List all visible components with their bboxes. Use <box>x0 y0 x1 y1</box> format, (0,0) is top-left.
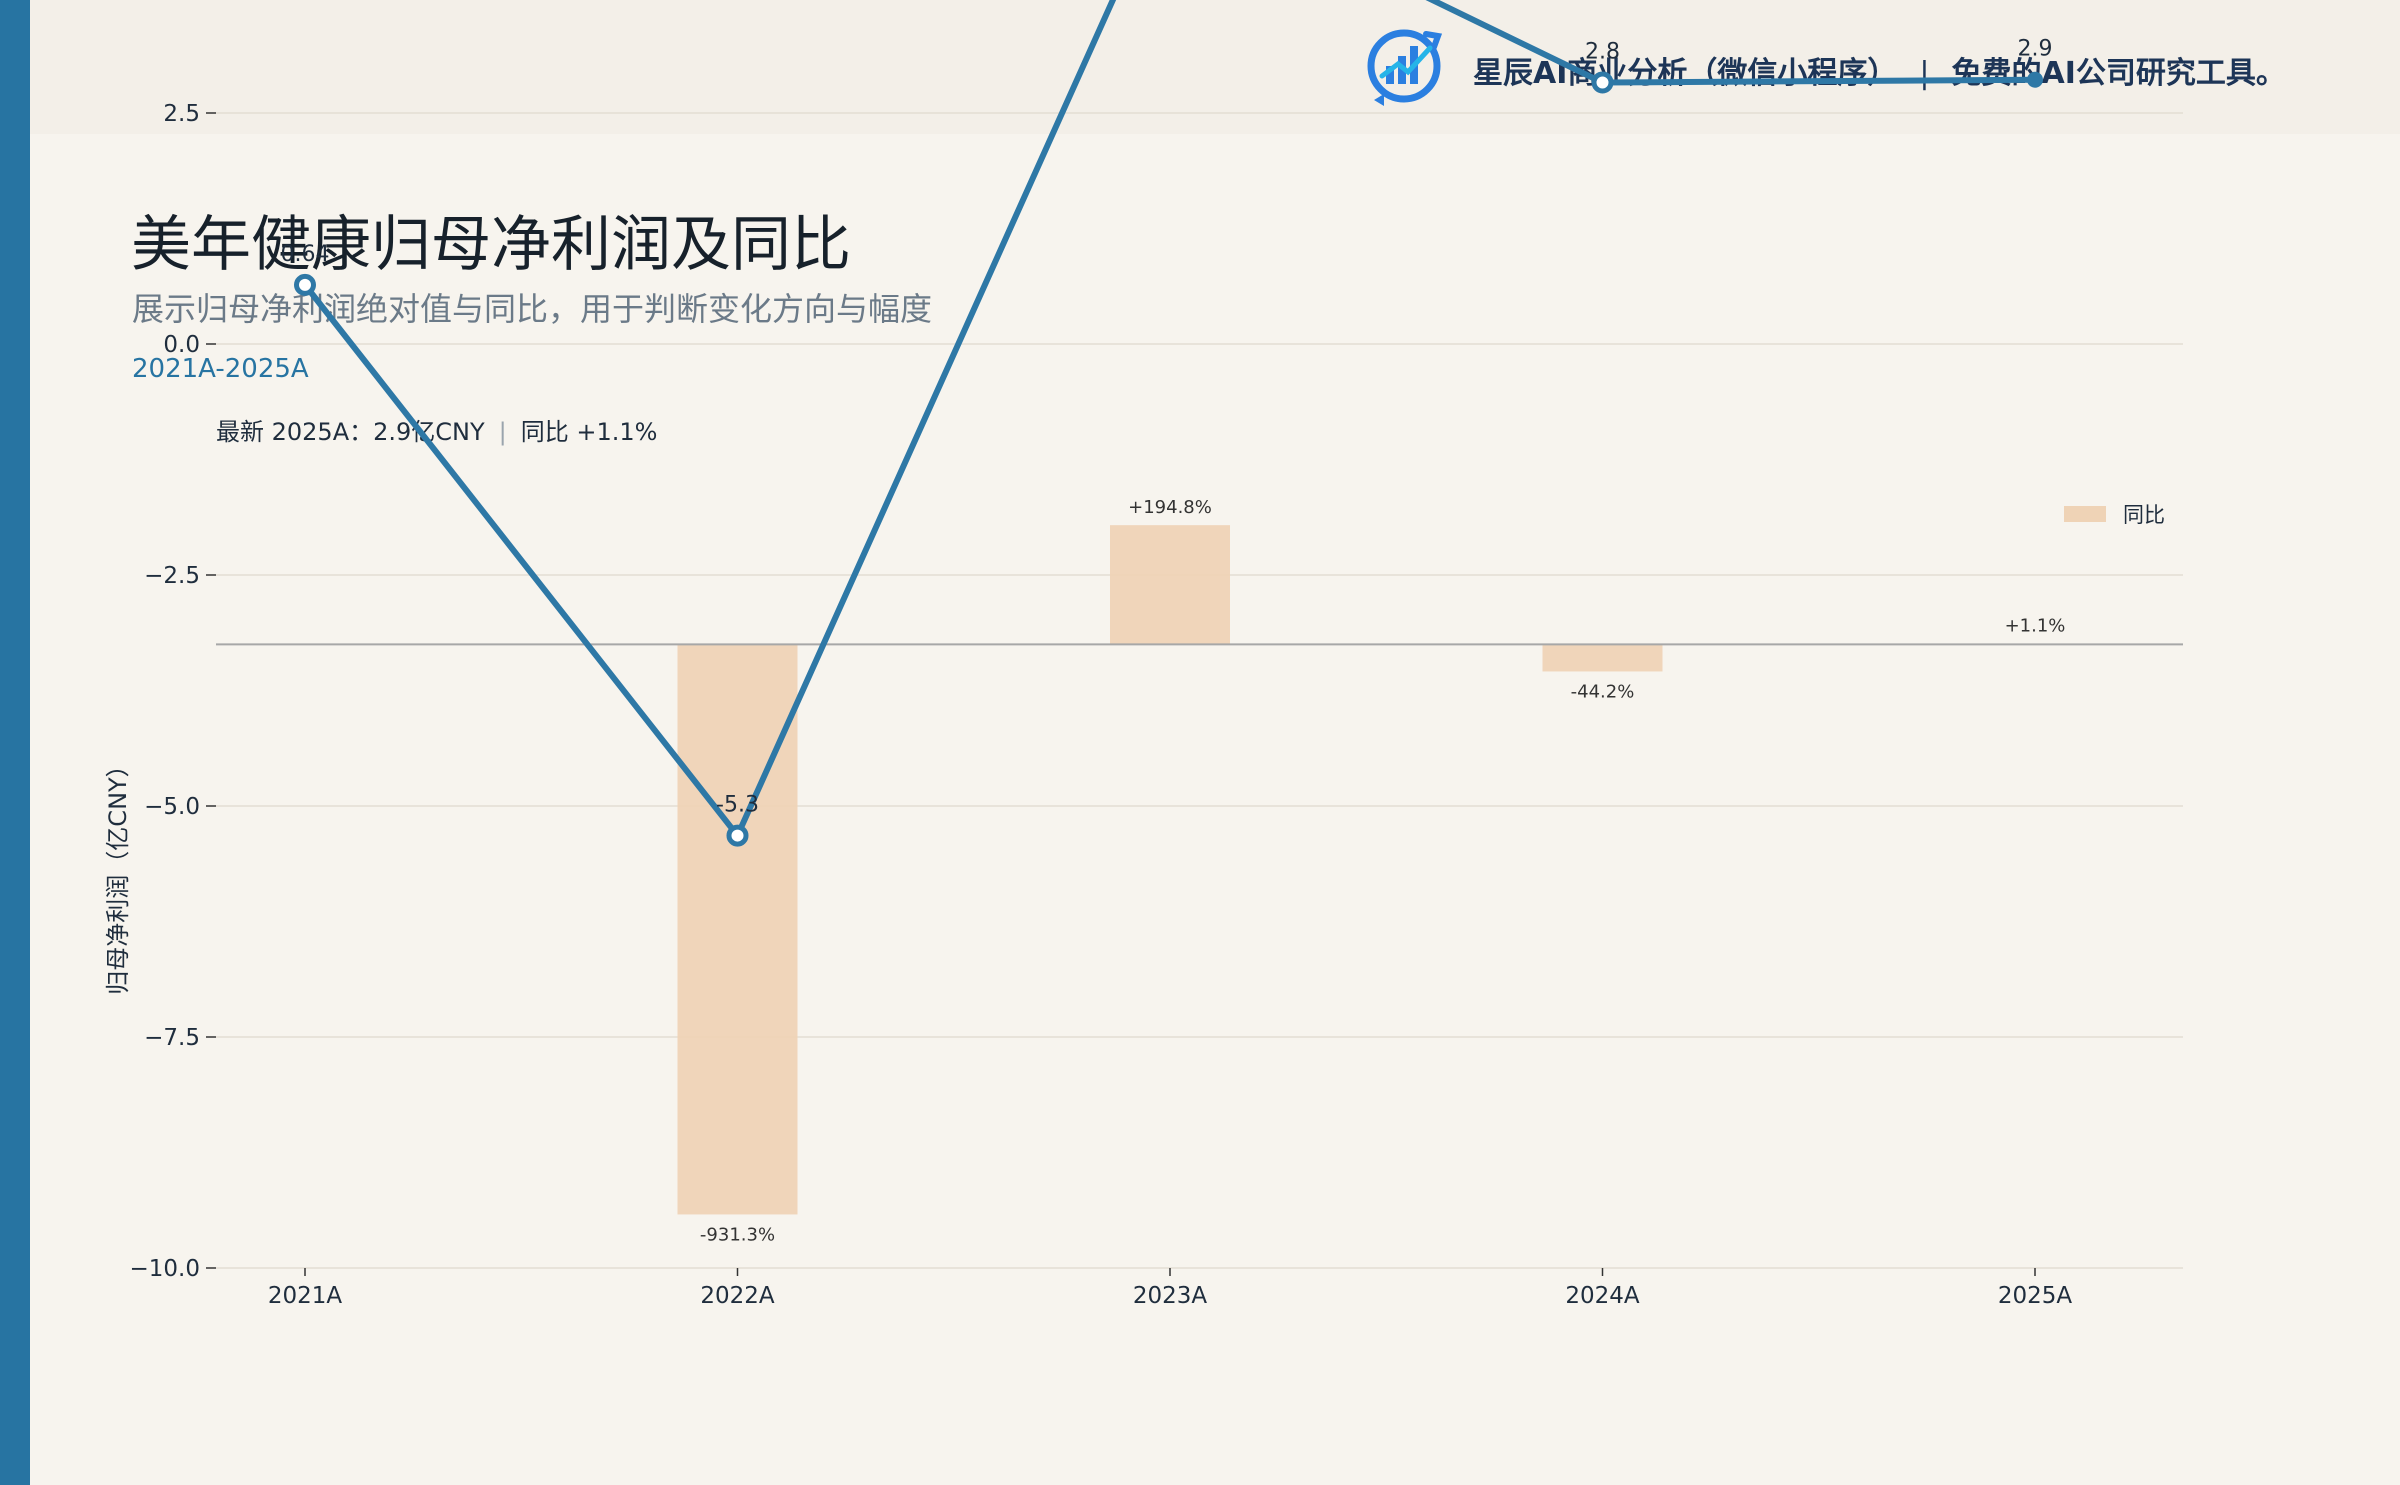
y-tick-label: −10.0 <box>130 1256 200 1282</box>
yoy-bar-label: -931.3% <box>700 1224 775 1245</box>
x-tick-label: 2023A <box>1133 1283 1208 1309</box>
yoy-bar-label: -44.2% <box>1571 681 1635 702</box>
y-tick-label: −7.5 <box>144 1025 200 1051</box>
y-tick-label: −5.0 <box>144 794 200 820</box>
line-point-label: 2.9 <box>2018 37 2053 62</box>
legend-swatch-yoy <box>2064 506 2106 522</box>
y-tick-label: −2.5 <box>144 563 200 589</box>
legend-label-yoy: 同比 <box>2123 503 2165 527</box>
line-point-label: -5.3 <box>716 793 759 818</box>
line-point-label: 2.8 <box>1585 40 1620 65</box>
y-tick-label: 0.0 <box>163 332 200 358</box>
y-tick-label: 2.5 <box>163 101 200 127</box>
line-point <box>294 273 316 296</box>
line-point-latest <box>2027 71 2043 88</box>
line-point <box>726 824 749 847</box>
yoy-bar <box>677 644 798 1215</box>
yoy-bar <box>1110 525 1230 645</box>
line-point-label: 0.64 <box>281 242 330 267</box>
x-tick-label: 2024A <box>1565 1283 1640 1309</box>
y-axis-label: 归母净利润（亿CNY） <box>104 753 132 994</box>
yoy-bar-label: +1.1% <box>2005 616 2066 637</box>
net-profit-chart: −10.0−7.5−5.0−2.50.02.55.07.5-931.3%+194… <box>104 0 2183 1309</box>
yoy-bar <box>1542 644 1663 672</box>
x-tick-label: 2025A <box>1998 1283 2073 1309</box>
x-tick-label: 2021A <box>268 1283 343 1309</box>
line-point <box>1591 71 1614 94</box>
net-profit-line <box>302 0 2036 839</box>
yoy-bar-label: +194.8% <box>1128 497 1212 518</box>
x-tick-label: 2022A <box>700 1283 775 1309</box>
